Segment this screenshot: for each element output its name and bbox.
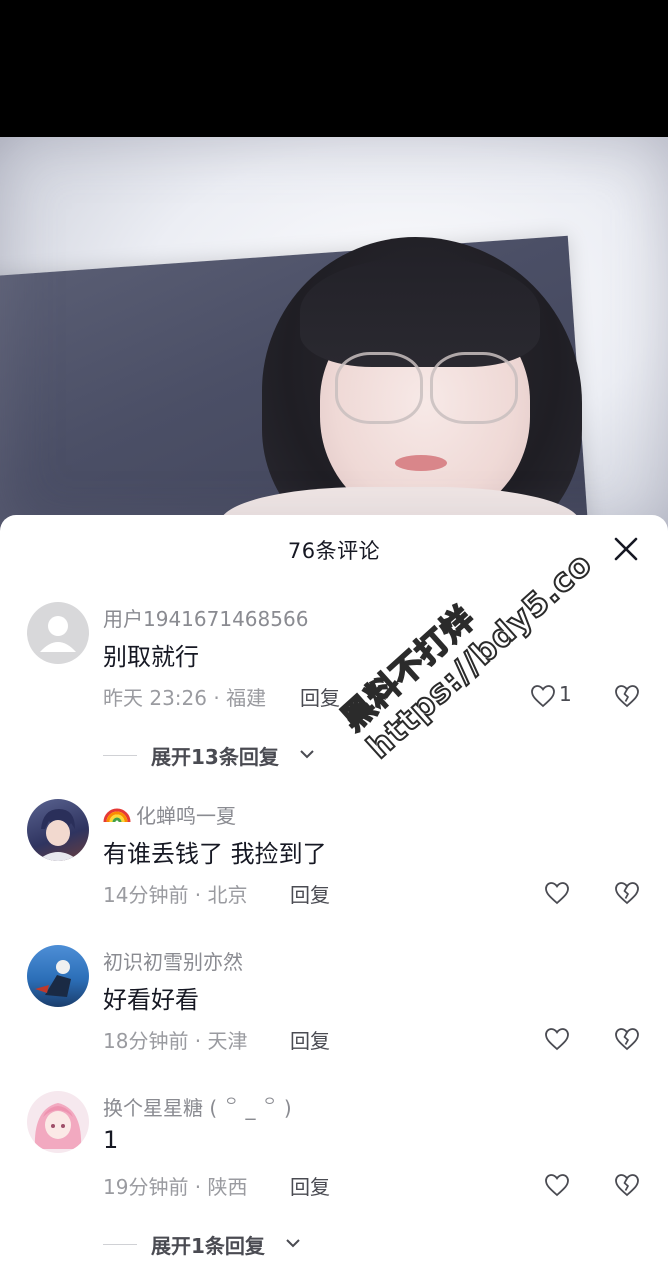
reply-button[interactable]: 回复 bbox=[290, 1171, 330, 1200]
broken-heart-icon[interactable] bbox=[614, 1027, 640, 1051]
figure-avatar-icon bbox=[35, 960, 71, 997]
chevron-down-icon bbox=[300, 750, 314, 759]
heart-icon[interactable] bbox=[530, 684, 556, 708]
avatar[interactable] bbox=[27, 1091, 89, 1153]
comment-username[interactable]: 换个星星糖 ( ꒪ _ ꒪ ) bbox=[103, 1092, 292, 1121]
broken-heart-icon[interactable] bbox=[614, 1173, 640, 1197]
top-black-bar bbox=[0, 0, 668, 137]
default-avatar-icon bbox=[40, 616, 76, 652]
anime-avatar-icon bbox=[34, 1103, 82, 1149]
comment-meta: 18分钟前 · 天津 bbox=[103, 1029, 248, 1053]
divider-line bbox=[103, 1244, 137, 1245]
comment-text: 1 bbox=[103, 1126, 119, 1154]
expand-replies-label: 展开1条回复 bbox=[151, 1234, 265, 1258]
photo-vignette bbox=[0, 137, 668, 537]
close-icon[interactable] bbox=[612, 535, 640, 563]
expand-replies-button[interactable]: 展开1条回复 bbox=[103, 1230, 363, 1260]
chevron-down-icon bbox=[286, 1239, 300, 1248]
heart-icon[interactable] bbox=[544, 881, 570, 905]
reply-button[interactable]: 回复 bbox=[290, 879, 330, 908]
avatar[interactable] bbox=[27, 602, 89, 664]
expand-replies-label: 展开13条回复 bbox=[151, 745, 279, 769]
comment-username[interactable]: 初识初雪别亦然 bbox=[103, 946, 243, 975]
expand-replies-button[interactable]: 展开13条回复 bbox=[103, 741, 363, 771]
comment-meta: 14分钟前 · 北京 bbox=[103, 883, 248, 907]
comment-meta: 昨天 23:26 · 福建 bbox=[103, 686, 267, 710]
divider-line bbox=[103, 755, 137, 756]
comment-text: 好看好看 bbox=[103, 986, 199, 1014]
comment-text: 有谁丢钱了 我捡到了 bbox=[103, 840, 327, 868]
comment-text: 别取就行 bbox=[103, 643, 199, 671]
anime-avatar-icon bbox=[37, 809, 79, 861]
avatar[interactable] bbox=[27, 799, 89, 861]
heart-icon[interactable] bbox=[544, 1027, 570, 1051]
background-photo bbox=[0, 137, 668, 537]
avatar[interactable] bbox=[27, 945, 89, 1007]
comment-username[interactable]: 用户1941671468566 bbox=[103, 603, 308, 632]
comment-meta: 19分钟前 · 陕西 bbox=[103, 1175, 248, 1199]
heart-icon[interactable] bbox=[544, 1173, 570, 1197]
like-count: 1 bbox=[559, 682, 572, 706]
rainbow-icon bbox=[103, 808, 131, 823]
reply-button[interactable]: 回复 bbox=[290, 1025, 330, 1054]
comments-sheet: 76条评论 用户1941671468566 别取就行 昨天 23:26 · 福建… bbox=[0, 515, 668, 1280]
broken-heart-icon[interactable] bbox=[614, 881, 640, 905]
broken-heart-icon[interactable] bbox=[614, 684, 640, 708]
comment-username[interactable]: 化蝉鸣一夏 bbox=[136, 800, 236, 829]
